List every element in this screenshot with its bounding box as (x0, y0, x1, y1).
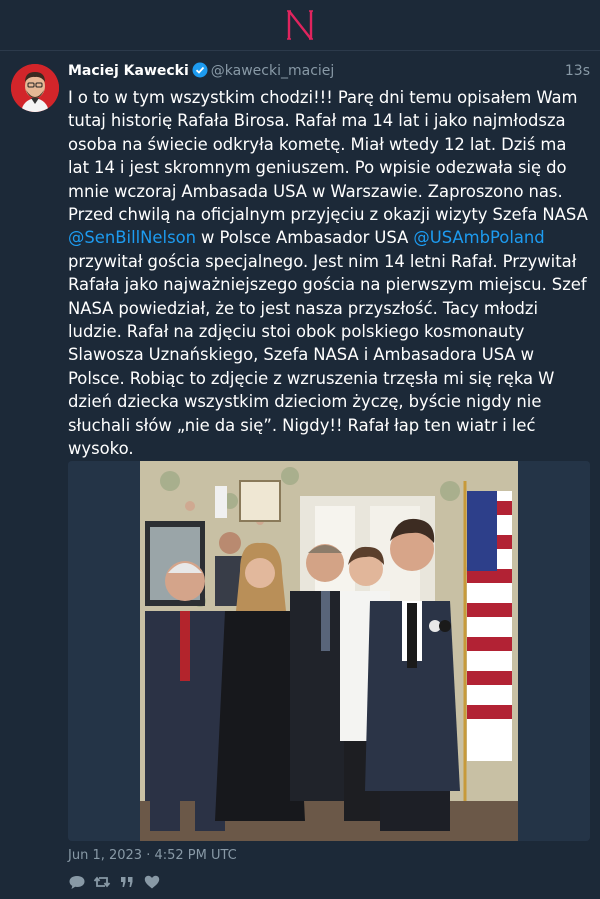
author-handle[interactable]: @kawecki_maciej (211, 63, 335, 79)
mention-link[interactable]: @USAmbPoland (413, 228, 544, 247)
tweet-header: Maciej Kawecki @kawecki_maciej 13s (68, 61, 590, 81)
reply-icon[interactable] (68, 873, 86, 891)
quote-icon[interactable] (118, 873, 136, 891)
nitter-logo[interactable] (286, 9, 314, 41)
tweet-text-part: I o to w tym wszystkim chodzi!!! Parę dn… (68, 88, 588, 225)
attached-photo (68, 461, 590, 841)
like-icon[interactable] (143, 873, 161, 891)
tweet-text: I o to w tym wszystkim chodzi!!! Parę dn… (68, 86, 592, 461)
tweet-time[interactable]: 13s (565, 61, 590, 81)
retweet-icon[interactable] (93, 873, 111, 891)
tweet: Maciej Kawecki @kawecki_maciej 13s I o to… (0, 51, 600, 899)
tweet-media[interactable] (68, 461, 590, 841)
mention-link[interactable]: @SenBillNelson (68, 228, 196, 247)
verified-icon (192, 62, 208, 78)
author-name[interactable]: Maciej Kawecki (68, 63, 189, 79)
top-bar (0, 0, 600, 51)
tweet-text-part: w Polsce Ambasador USA (196, 228, 414, 248)
tweet-text-part: przywitał gościa specjalnego. Jest nim 1… (68, 251, 587, 459)
tweet-timestamp[interactable]: Jun 1, 2023 · 4:52 PM UTC (68, 848, 237, 864)
avatar[interactable] (11, 64, 59, 112)
